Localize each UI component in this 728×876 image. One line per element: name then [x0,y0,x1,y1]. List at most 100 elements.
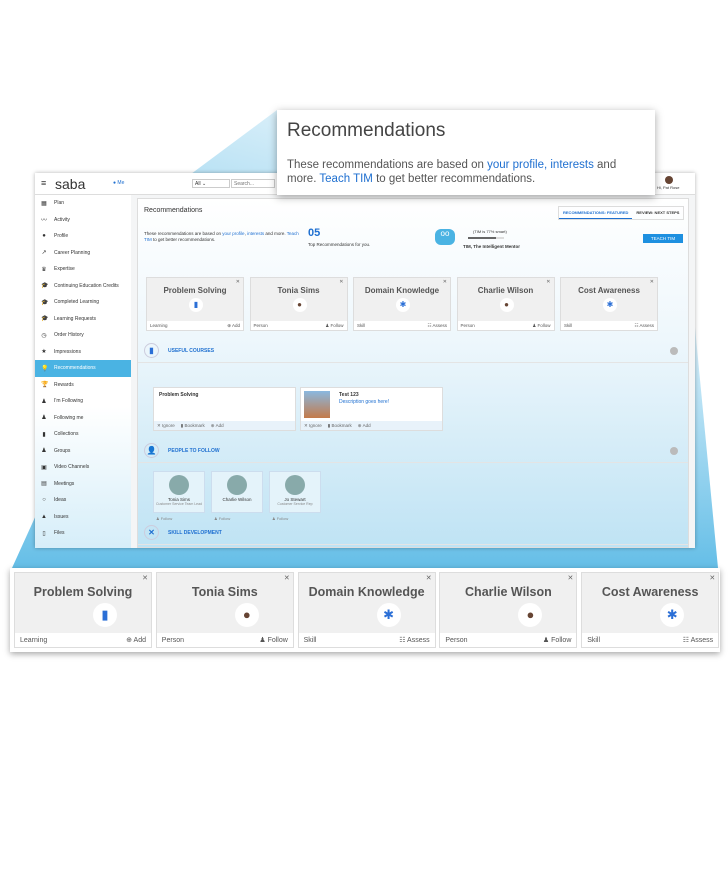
person-card[interactable]: Charlie Wilson ♟ Follow [211,471,263,521]
card-type: Person [161,636,184,644]
tools-icon: ✱ [603,298,617,312]
recommendation-card[interactable]: ✕ Tonia Sims ● Person ♟ Follow [249,277,348,331]
count-label: Top Recommendations for you. [308,242,371,247]
dismiss-icon[interactable]: ✕ [709,574,715,582]
sidebar-item-ideas[interactable]: ○ Ideas [35,492,131,509]
course-card[interactable]: Test 123 Description goes here! ✕ Ignore ▮ … [300,387,443,431]
profile-link[interactable]: your profile [222,231,244,236]
collapse-icon[interactable] [670,447,678,455]
dismiss-icon[interactable]: ✕ [284,574,290,582]
card-action-assess[interactable]: ☷ Assess [683,636,713,644]
recommendation-card-large[interactable]: ✕ Charlie Wilson ● Person ♟ Follow [439,572,578,648]
interests-link[interactable]: interests [247,231,264,236]
tools-icon: ✱ [660,603,685,627]
add-button[interactable]: ⊕ Add [358,423,371,428]
recommendation-card-large[interactable]: ✕ Domain Knowledge ✱ Skill ☷ Assess [297,572,436,648]
dismiss-icon[interactable]: ✕ [426,574,432,582]
followers-icon: ♟ [41,415,47,422]
sidebar-item-label: Learning Requests [54,315,96,322]
sidebar-item-files[interactable]: ▯ Files [35,525,131,542]
user-avatar[interactable] [665,176,673,184]
graduation-cap-icon: 🎓 [41,283,49,290]
sidebar-item-groups[interactable]: ♟ Groups [35,443,131,460]
card-action-assess[interactable]: ☷ Assess [634,323,654,328]
tim-progress-bar [468,237,504,239]
card-action-follow[interactable]: ♟ Follow [543,636,571,644]
recommendation-card-large[interactable]: ✕ Tonia Sims ● Person ♟ Follow [155,572,294,648]
teach-tim-button[interactable]: TEACH TIM [643,234,683,243]
sidebar-item-continuing-education-credits[interactable]: 🎓 Continuing Education Credits [35,278,131,295]
sidebar-item-video-channels[interactable]: ▣ Video Channels [35,459,131,476]
sidebar-item-impressions[interactable]: ★ Impressions [35,344,131,361]
file-icon: ▯ [42,530,46,537]
add-button[interactable]: ⊕ Add [211,423,224,428]
person-role: Customer Service Team Lead [155,502,203,506]
ignore-button[interactable]: ✕ Ignore [304,423,322,428]
bookmark-button[interactable]: ▮ Bookmark [328,423,352,428]
menu-icon[interactable]: ≡ [41,178,46,188]
dismiss-icon[interactable]: ✕ [546,279,550,285]
sidebar-item-label: Issues [54,513,69,520]
dismiss-icon[interactable]: ✕ [568,574,574,582]
me-link[interactable]: ● Me [113,180,124,186]
useful-courses-header[interactable]: ▮ USEFUL COURSES [138,339,688,363]
ignore-button[interactable]: ✕ Ignore [157,423,175,428]
person-name: Charlie Wilson [222,497,252,502]
callout-profile-link[interactable]: your profile, interests [487,159,594,171]
course-card[interactable]: Problem Solving ✕ Ignore ▮ Bookmark ⊕ Add [153,387,296,431]
card-action-follow[interactable]: ♟ Follow [259,636,287,644]
graduation-cap-icon: 🎓 [41,299,49,306]
recommendation-card[interactable]: ✕ Cost Awareness ✱ Skill ☷ Assess [560,277,658,331]
person-card[interactable]: Jo Stewart Customer Service Rep ♟ Follow [269,471,321,521]
sidebar-item-plan[interactable]: ▦ Plan [35,195,131,212]
saba-logo[interactable]: saba [55,176,85,192]
people-to-follow-header[interactable]: 👤 PEOPLE TO FOLLOW [138,439,688,463]
sidebar-item-recommendations[interactable]: 💡 Recommendations [35,360,131,377]
recommendation-card[interactable]: ✕ Problem Solving ▮ Learning ⊕ Add [146,277,244,331]
sidebar-item-career-planning[interactable]: ↗ Career Planning [35,245,131,262]
sidebar-item-issues[interactable]: ▲ Issues [35,509,131,526]
skill-development-header[interactable]: ✕ SKILL DEVELOPMENT [138,521,688,545]
person-card[interactable]: Tonia Sims Customer Service Team Lead ♟ Fo… [153,471,205,521]
sidebar-item-label: Career Planning [54,249,91,256]
sidebar-item-order-history[interactable]: ◷ Order History [35,327,131,344]
sidebar-item-learning-requests[interactable]: 🎓 Learning Requests [35,311,131,328]
dismiss-icon[interactable]: ✕ [650,279,654,285]
dismiss-icon[interactable]: ✕ [443,279,447,285]
card-action-add[interactable]: ⊕ Add [126,636,146,644]
sidebar-item-collections[interactable]: ▮ Collections [35,426,131,443]
sidebar-item-meetings[interactable]: ▤ Meetings [35,476,131,493]
recommendation-card[interactable]: ✕ Charlie Wilson ● Person ♟ Follow [456,277,555,331]
filter-select[interactable]: All ⌄ [192,179,230,188]
sidebar-item-expertise[interactable]: ♛ Expertise [35,261,131,278]
sidebar-item-rewards[interactable]: 🏆 Rewards [35,377,131,394]
card-action-follow[interactable]: ♟ Follow [532,323,550,328]
search-input[interactable] [231,179,275,188]
card-action-assess[interactable]: ☷ Assess [399,636,429,644]
recommendation-card-large[interactable]: ✕ Problem Solving ▮ Learning ⊕ Add [14,572,152,648]
tim-name: TIM, The Intelligent Mentor [463,244,520,249]
bookmark-button[interactable]: ▮ Bookmark [181,423,205,428]
card-title: Charlie Wilson [465,585,552,599]
card-action-assess[interactable]: ☷ Assess [427,323,447,328]
sidebar-item-following-me[interactable]: ♟ Following me [35,410,131,427]
sidebar-item-completed-learning[interactable]: 🎓 Completed Learning [35,294,131,311]
card-action-add[interactable]: ⊕ Add [227,323,240,328]
callout-teach-tim-link[interactable]: Teach TIM [319,173,372,185]
sidebar-item-i-m-following[interactable]: ♟ I'm Following [35,393,131,410]
recommendation-card[interactable]: ✕ Domain Knowledge ✱ Skill ☷ Assess [353,277,451,331]
card-action-follow[interactable]: ♟ Follow [325,323,343,328]
dismiss-icon[interactable]: ✕ [142,574,148,582]
app-window: ≡ saba ● Me All ⌄ Hi, Pat Rose ▦ Plan 〰 Act… [35,173,695,548]
dismiss-icon[interactable]: ✕ [339,279,343,285]
tab-next-steps[interactable]: REVIEW: NEXT STEPS [632,207,683,219]
sidebar-item-label: Ideas [54,497,67,504]
sidebar-item-label: Collections [54,431,79,438]
recommendation-card-large[interactable]: ✕ Cost Awareness ✱ Skill ☷ Assess [581,572,720,648]
tab-featured[interactable]: RECOMMENDATIONS: FEATURED [559,207,633,219]
sidebar-item-activity[interactable]: 〰 Activity [35,212,131,229]
dismiss-icon[interactable]: ✕ [236,279,240,285]
tim-icon: oo [435,229,455,245]
sidebar-item-profile[interactable]: ● Profile [35,228,131,245]
collapse-icon[interactable] [670,347,678,355]
